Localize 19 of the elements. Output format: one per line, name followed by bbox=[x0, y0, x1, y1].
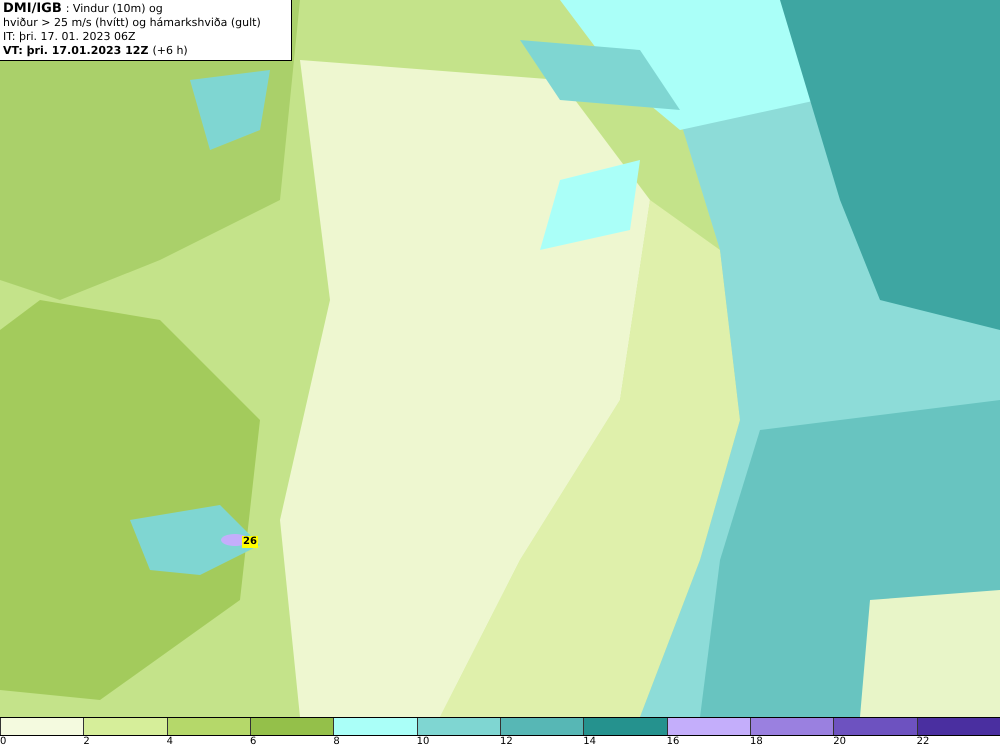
map-subtitle: hviður > 25 m/s (hvítt) og hámarkshviða (gult) bbox=[3, 16, 261, 30]
map-title: : Vindur (10m) og bbox=[66, 2, 163, 16]
legend-tick-label: 8 bbox=[333, 736, 340, 747]
legend-tick-label: 16 bbox=[666, 736, 680, 747]
legend-tick-label: 6 bbox=[250, 736, 256, 747]
legend-tick-label: 4 bbox=[166, 736, 174, 747]
legend-tick-label: 22 bbox=[916, 736, 930, 747]
lead-time: (+6 h) bbox=[152, 44, 188, 58]
legend-tick-label: 0 bbox=[0, 736, 6, 747]
legend-tick-label: 20 bbox=[833, 736, 846, 747]
legend-tick-label: 10 bbox=[416, 736, 430, 747]
legend-tick-label: 14 bbox=[583, 736, 596, 747]
legend-tick-label: 12 bbox=[500, 736, 513, 747]
issue-time: IT: þri. 17. 01. 2023 06Z bbox=[3, 30, 137, 44]
gust-label: 26 bbox=[242, 536, 258, 548]
valid-time: VT: þri. 17.01.2023 12Z bbox=[3, 44, 148, 58]
legend-tick-label: 2 bbox=[83, 736, 90, 747]
source-label: DMI/IGB bbox=[3, 2, 62, 16]
legend-tick-label: 18 bbox=[750, 736, 763, 747]
